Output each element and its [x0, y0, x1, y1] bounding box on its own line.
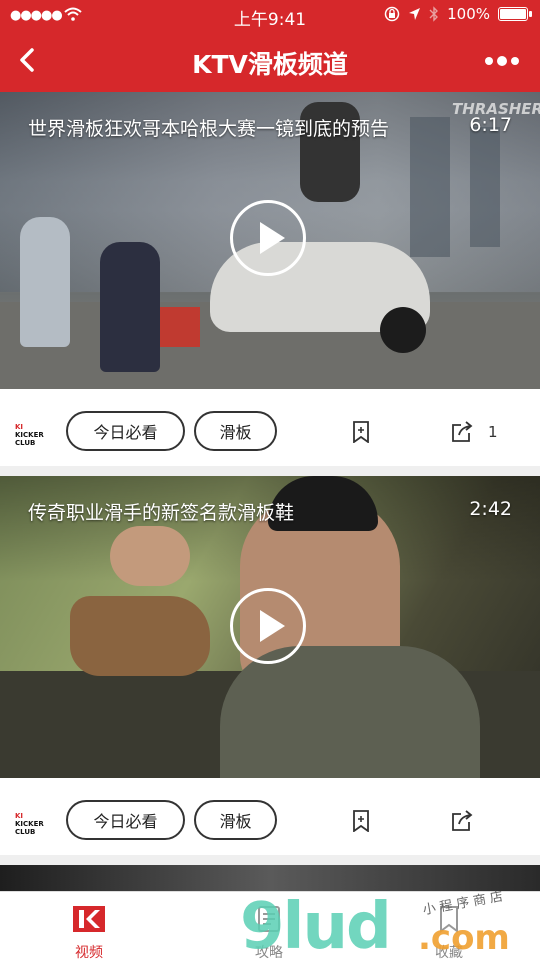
cooler-shape [160, 307, 200, 347]
tab-label: 视频 [75, 945, 103, 961]
tab-label: 收藏 [435, 945, 463, 961]
share-count: 1 [488, 423, 498, 441]
video-title: 传奇职业滑手的新签名款滑板鞋 [28, 502, 295, 524]
tab-favorites[interactable]: 收藏 [389, 892, 509, 961]
share-icon[interactable] [451, 421, 473, 443]
tag-must-see[interactable]: 今日必看 [66, 411, 185, 451]
bookmark-icon[interactable] [352, 421, 370, 443]
kicker-logo-mark: KI [15, 423, 24, 431]
divider [0, 855, 540, 865]
share-icon[interactable] [451, 810, 473, 832]
orientation-lock-icon [384, 6, 400, 22]
video-title: 世界滑板狂欢哥本哈根大赛一镜到底的预告 [28, 118, 390, 140]
tag-skateboard[interactable]: 滑板 [194, 800, 277, 840]
bluetooth-icon [429, 6, 439, 22]
more-options-button[interactable] [482, 46, 522, 76]
status-bar: ●●●●● 上午9:41 100% [0, 0, 540, 30]
video-duration: 6:17 [469, 114, 512, 136]
hand-shape [110, 526, 190, 586]
play-button-icon[interactable] [230, 200, 306, 276]
more-dot-icon [497, 56, 507, 66]
more-dot-icon [485, 57, 493, 65]
video-actions: KI KICKER CLUB 今日必看 滑板 [0, 778, 540, 864]
nav-bar: KTV滑板频道 [0, 30, 540, 92]
video-thumbnail[interactable]: THRASHER 世界滑板狂欢哥本哈根大赛一镜到底的预告 6:17 [0, 92, 540, 389]
tab-bar: 视频 攻略 收藏 [0, 891, 540, 961]
tab-video[interactable]: 视频 [29, 892, 149, 961]
tag-must-see[interactable]: 今日必看 [66, 800, 185, 840]
kicker-club-logo: KI KICKER CLUB [15, 423, 44, 447]
more-dot-icon [511, 57, 519, 65]
shoe-shape [70, 596, 210, 676]
battery-percent: 100% [447, 5, 490, 23]
shirt-shape [220, 646, 480, 778]
bookmark-icon[interactable] [352, 810, 370, 832]
page-title: KTV滑板频道 [192, 50, 348, 79]
tab-guide[interactable]: 攻略 [209, 892, 329, 961]
tag-skateboard[interactable]: 滑板 [194, 411, 277, 451]
kicker-club-logo: KI KICKER CLUB [15, 812, 44, 836]
person-shape [100, 242, 160, 372]
person-shape [20, 217, 70, 347]
tab-label: 攻略 [255, 945, 283, 961]
video-duration: 2:42 [469, 498, 512, 520]
kicker-logo-mark: KI [15, 812, 24, 820]
favorites-tab-icon [440, 906, 458, 933]
window-shape [410, 117, 450, 257]
video-thumbnail[interactable]: 传奇职业滑手的新签名款滑板鞋 2:42 [0, 476, 540, 778]
divider [0, 466, 540, 476]
video-tab-icon [73, 906, 105, 932]
play-button-icon[interactable] [230, 588, 306, 664]
wheel-shape [380, 307, 426, 353]
video-actions: KI KICKER CLUB 今日必看 滑板 1 [0, 389, 540, 475]
guide-tab-icon [258, 906, 280, 932]
battery-icon [498, 7, 532, 21]
window-shape [470, 127, 500, 247]
location-icon [409, 8, 421, 20]
